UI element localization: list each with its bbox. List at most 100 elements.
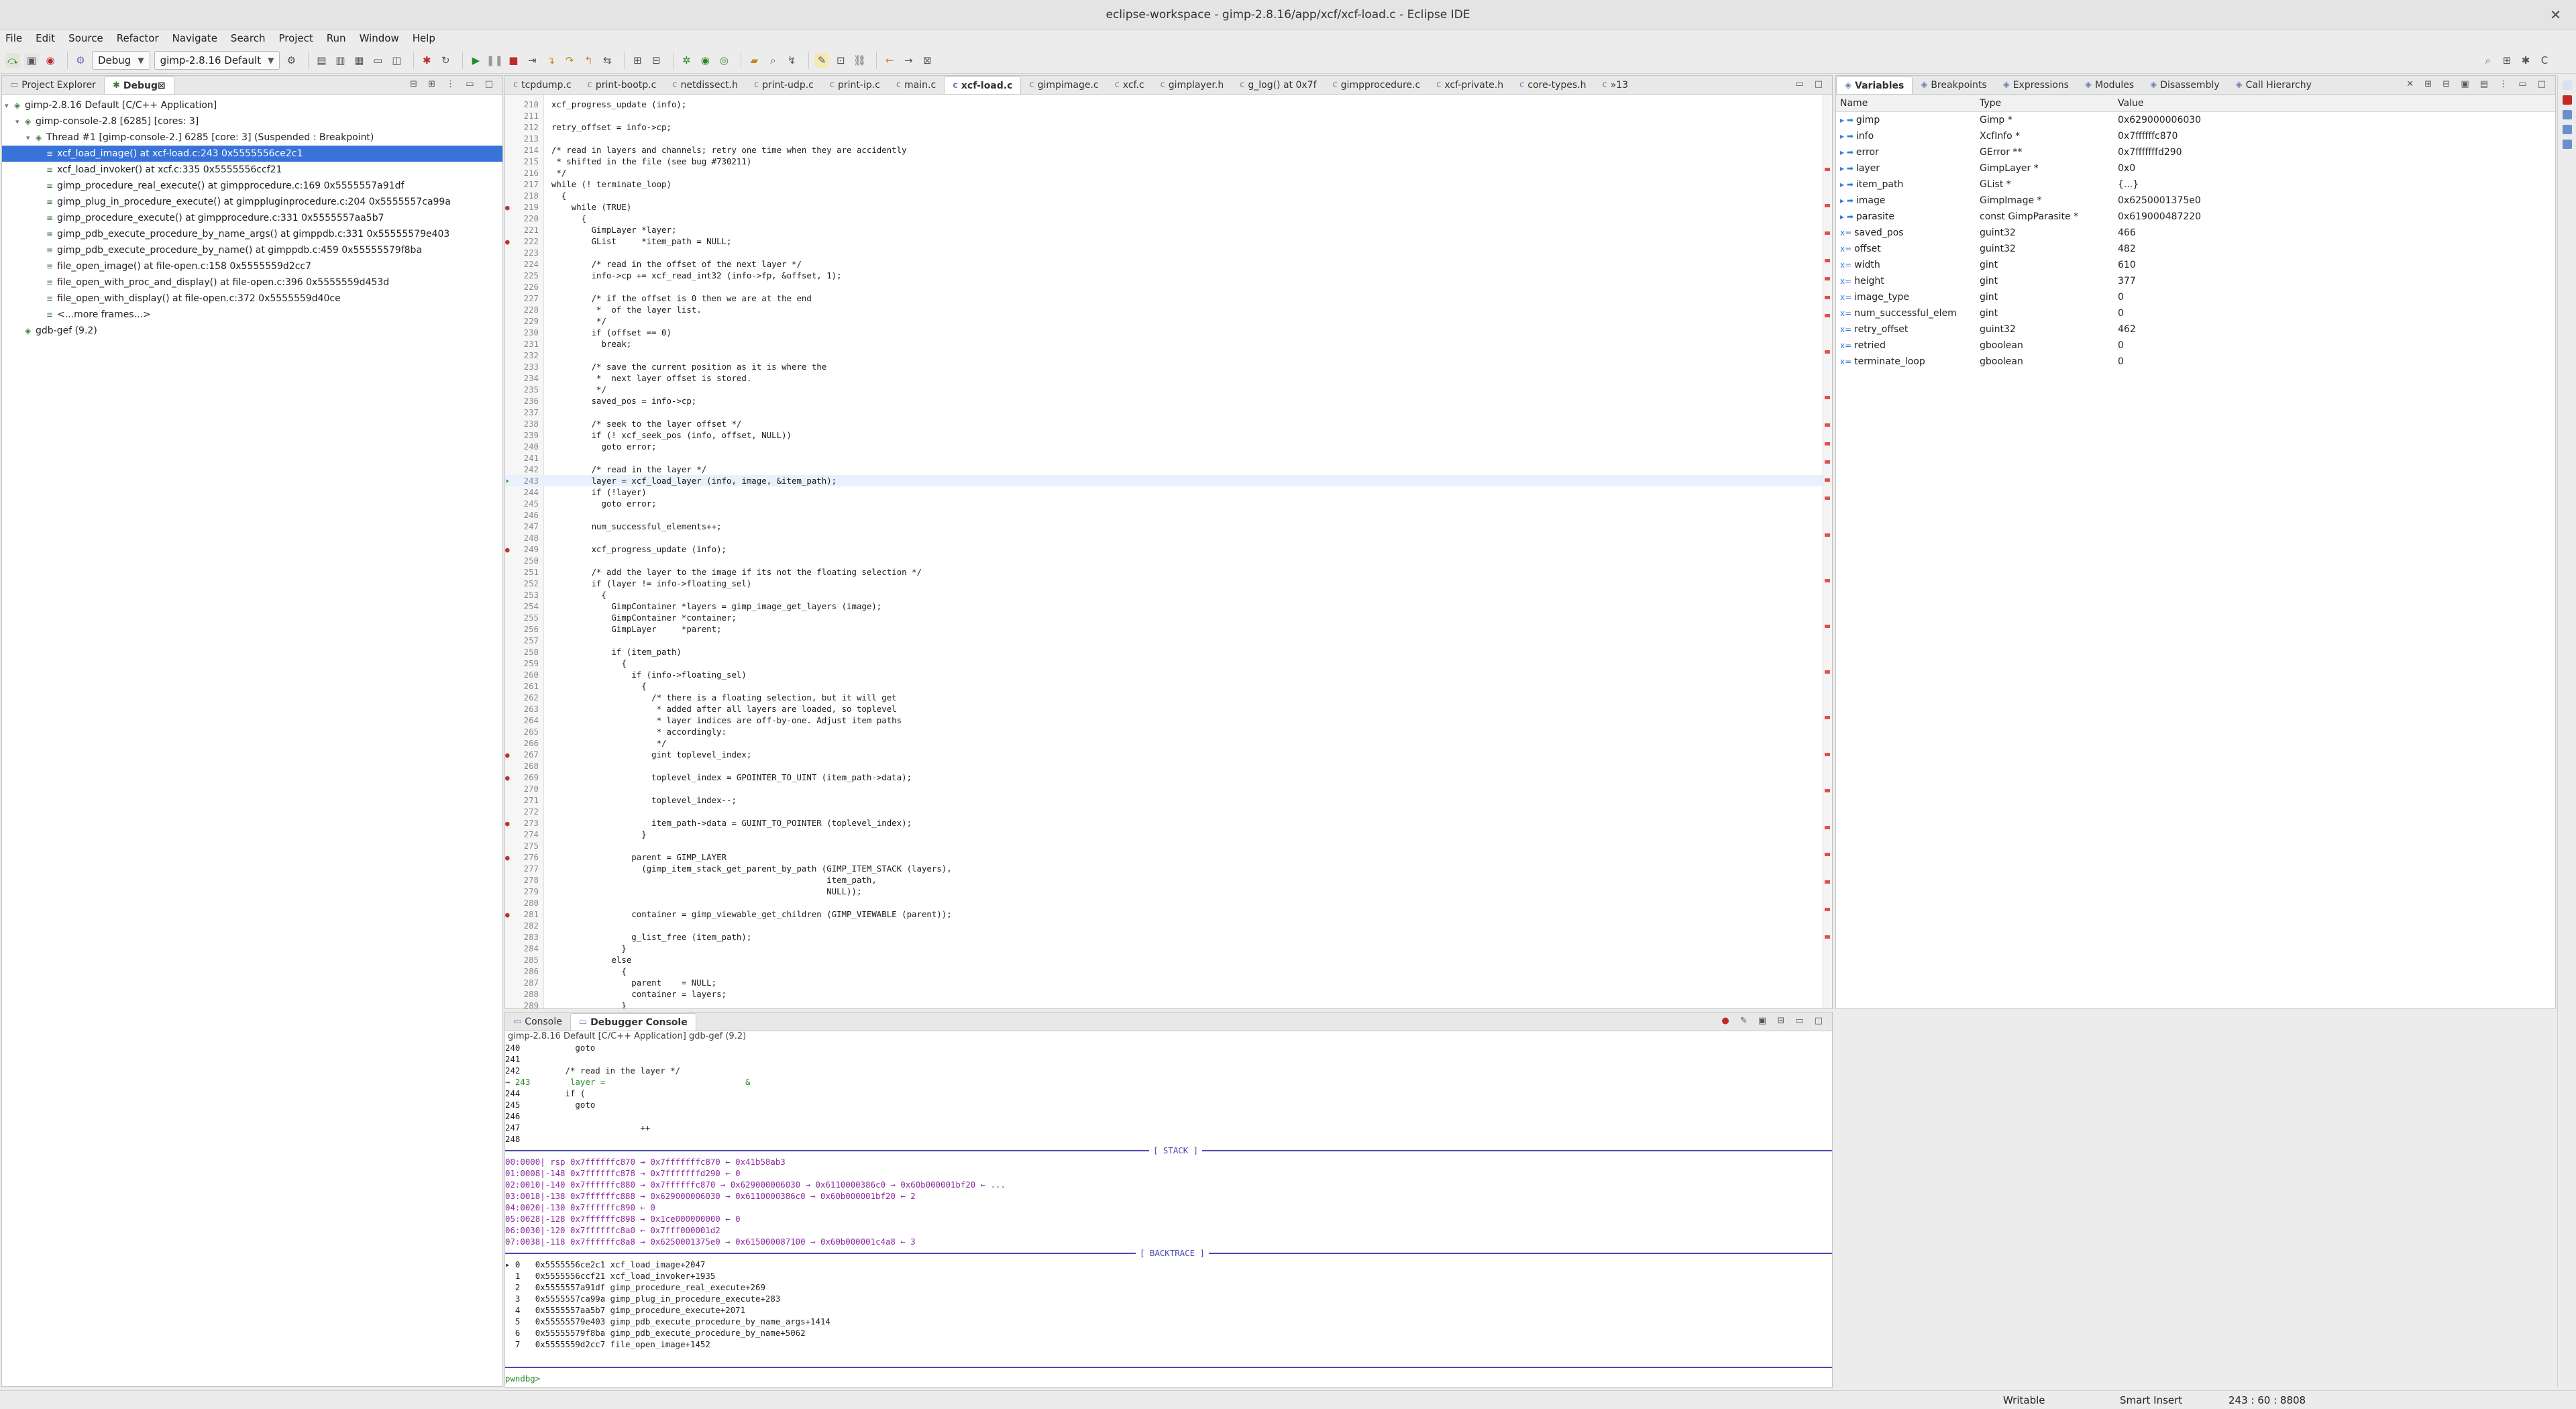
quick-access-search-icon[interactable]: ⌕ <box>2481 53 2496 68</box>
breakpoint-marker-icon[interactable]: ● <box>505 909 517 921</box>
open-perspective-icon[interactable]: ⊞ <box>2500 53 2514 68</box>
variable-row[interactable]: ▸ ➡ gimp Gimp * 0x629000006030 <box>1836 112 2555 128</box>
variable-row[interactable]: x= image_type gint 0 <box>1836 289 2555 305</box>
menu-refactor[interactable]: Refactor <box>117 32 159 44</box>
menu-search[interactable]: Search <box>231 32 266 44</box>
step-into-icon[interactable]: ↴ <box>543 53 558 68</box>
ruler-mark[interactable] <box>1825 231 1830 236</box>
editor-tab[interactable]: c core-types.h <box>1511 76 1594 94</box>
outline-icon[interactable] <box>2562 81 2572 90</box>
code-line[interactable]: 227 /* if the offset is 0 then we are at… <box>505 293 1823 304</box>
variable-row[interactable]: x= num_successful_elem gint 0 <box>1836 305 2555 321</box>
code-line[interactable]: 242 /* read in the layer */ <box>505 464 1823 475</box>
code-line[interactable]: 246 <box>505 509 1823 521</box>
code-line[interactable]: 250 <box>505 555 1823 566</box>
step-return-icon[interactable]: ↰ <box>581 53 596 68</box>
code-line[interactable]: 244 if (!layer) <box>505 486 1823 498</box>
code-line[interactable]: ● 222 GList *item_path = NULL; <box>505 236 1823 247</box>
code-line[interactable]: 256 GimpLayer *parent; <box>505 623 1823 635</box>
variables-tab[interactable]: ◈ Disassembly <box>2142 76 2227 94</box>
code-line[interactable]: 212 retry_offset = info->cp; <box>505 121 1823 133</box>
ruler-mark[interactable] <box>1825 853 1830 857</box>
link-icon[interactable]: ⛓ <box>852 53 867 68</box>
debug-tree-item[interactable]: ≡ gimp_pdb_execute_procedure_by_name_args… <box>2 226 502 242</box>
debug-tree-item[interactable]: ≡ file_open_with_display() at file-open.c… <box>2 291 502 307</box>
code-line[interactable]: 238 /* seek to the layer offset */ <box>505 418 1823 429</box>
console-tab[interactable]: ▭ Debugger Console <box>570 1013 696 1031</box>
problems-icon[interactable] <box>2562 140 2572 149</box>
variable-row[interactable]: ▸ ➡ item_path GList * {...} <box>1836 176 2555 193</box>
code-line[interactable]: 266 */ <box>505 737 1823 749</box>
variable-row[interactable]: x= width gint 610 <box>1836 257 2555 273</box>
code-line[interactable]: ● 281 container = gimp_viewable_get_child… <box>505 908 1823 920</box>
variable-row[interactable]: x= offset guint32 482 <box>1836 241 2555 257</box>
ruler-mark[interactable] <box>1825 752 1830 756</box>
code-line[interactable]: 284 } <box>505 943 1823 954</box>
ruler-mark[interactable] <box>1825 578 1830 582</box>
debug-tree-item[interactable]: ≡ gimp_procedure_real_execute() at gimppr… <box>2 178 502 194</box>
variables-tab[interactable]: ◈ Expressions <box>1995 76 2077 94</box>
editor-tab[interactable]: c gimpprocedure.c <box>1325 76 1429 94</box>
code-line[interactable]: 230 if (offset == 0) <box>505 327 1823 338</box>
debug-tree-item[interactable]: ▾ ◈ Thread #1 [gimp-console-2.] 6285 [core… <box>2 129 502 146</box>
ruler-mark[interactable] <box>1825 716 1830 720</box>
menu-navigate[interactable]: Navigate <box>172 32 217 44</box>
suspend-icon[interactable]: ❚❚ <box>486 53 503 68</box>
code-line[interactable]: 218 { <box>505 190 1823 201</box>
ruler-mark[interactable] <box>1825 624 1830 628</box>
console-toolbar-icons[interactable]: ● ✎ ▣ ⊟ ▭ □ <box>1721 1016 1827 1026</box>
editor-tab[interactable]: c main.c <box>888 76 944 94</box>
variable-row[interactable]: ▸ ➡ parasite const GimpParasite * 0x6190004… <box>1836 209 2555 225</box>
code-line[interactable]: 285 else <box>505 954 1823 966</box>
ruler-mark[interactable] <box>1825 259 1830 263</box>
code-line[interactable]: 229 */ <box>505 315 1823 327</box>
code-line[interactable]: ● 276 parent = GIMP_LAYER <box>505 851 1823 863</box>
ruler-mark[interactable] <box>1825 880 1830 884</box>
disconnect-icon[interactable]: ⇥ <box>525 53 539 68</box>
editor-tab[interactable]: c gimplayer.h <box>1152 76 1232 94</box>
ruler-mark[interactable] <box>1825 441 1830 446</box>
code-line[interactable]: 231 break; <box>505 338 1823 350</box>
debug-tree-item[interactable]: ≡ gimp_procedure_execute() at gimpprocedu… <box>2 210 502 226</box>
pin-icon[interactable]: ⊡ <box>833 53 848 68</box>
code-line[interactable]: 262 /* there is a floating selection, bu… <box>505 692 1823 703</box>
code-line[interactable]: 265 * accordingly: <box>505 726 1823 737</box>
breakpoint-marker-icon[interactable]: ● <box>505 749 517 761</box>
console-prompt[interactable]: pwndbg> <box>505 1373 1832 1384</box>
debug-bug-icon[interactable]: ✱ <box>419 53 434 68</box>
col-type[interactable]: Type <box>1976 95 2114 111</box>
code-line[interactable]: 279 NULL)); <box>505 886 1823 897</box>
variable-row[interactable]: ▸ ➡ image GimpImage * 0x6250001375e0 <box>1836 193 2555 209</box>
code-line[interactable]: 288 container = layers; <box>505 988 1823 1000</box>
menu-run[interactable]: Run <box>327 32 346 44</box>
variables-tab[interactable]: ◈ Variables <box>1836 76 1913 94</box>
print-icon[interactable]: ▦ <box>352 53 366 68</box>
code-line[interactable]: 234 * next layer offset is stored. <box>505 372 1823 384</box>
code-line[interactable]: 252 if (layer != info->floating_sel) <box>505 578 1823 589</box>
breakpoint-marker-icon[interactable]: ● <box>505 202 517 213</box>
code-line[interactable]: 236 saved_pos = info->cp; <box>505 395 1823 407</box>
code-line[interactable]: 278 item_path, <box>505 874 1823 886</box>
pin-editor-icon[interactable]: ⊠ <box>920 53 934 68</box>
save-icon[interactable]: ▤ <box>314 53 329 68</box>
variable-row[interactable]: x= height gint 377 <box>1836 273 2555 289</box>
code-line[interactable]: 235 */ <box>505 384 1823 395</box>
editor-tab[interactable]: c tcpdump.c <box>505 76 580 94</box>
code-line[interactable]: 280 <box>505 897 1823 908</box>
code-line[interactable]: 268 <box>505 760 1823 772</box>
code-line[interactable]: 286 { <box>505 966 1823 977</box>
code-line[interactable]: 251 /* add the layer to the image if its… <box>505 566 1823 578</box>
code-line[interactable]: 214 /* read in layers and channels; retr… <box>505 144 1823 156</box>
cpp-perspective-icon[interactable]: C <box>2537 53 2552 68</box>
code-line[interactable]: 263 * added after all layers are loaded,… <box>505 703 1823 715</box>
tab-debug[interactable]: ✱ Debug ⊠ <box>103 76 174 94</box>
code-line[interactable]: 210 xcf_progress_update (info); <box>505 99 1823 110</box>
code-line[interactable]: 282 <box>505 920 1823 931</box>
code-line[interactable]: 261 { <box>505 680 1823 692</box>
code-line[interactable]: 247 num_successful_elements++; <box>505 521 1823 532</box>
editor-minmax-icon[interactable]: ▭ □ <box>1795 79 1827 89</box>
editor-tab[interactable]: c netdissect.h <box>664 76 746 94</box>
code-line[interactable]: 257 <box>505 635 1823 646</box>
editor-tab[interactable]: c xcf-load.c <box>944 76 1022 94</box>
code-line[interactable]: 270 <box>505 783 1823 794</box>
